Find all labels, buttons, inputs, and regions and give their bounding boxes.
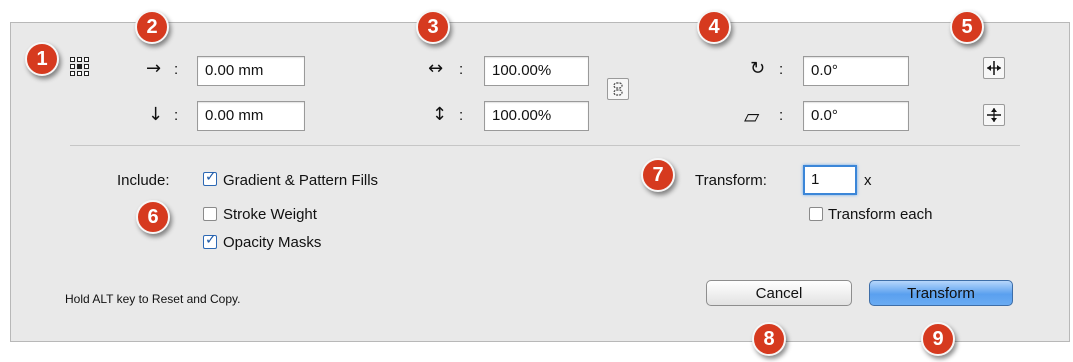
scale-vertical-icon: ↕ xyxy=(432,104,448,125)
move-vertical-input[interactable]: 0.00 mm xyxy=(197,101,305,131)
reflect-horizontal-button[interactable] xyxy=(983,57,1005,79)
opacity-masks-checkbox[interactable]: ✓ xyxy=(203,232,217,249)
gradient-pattern-fills-label[interactable]: Gradient & Pattern Fills xyxy=(223,172,378,189)
scale-horizontal-input[interactable]: 100.00% xyxy=(484,56,589,86)
callout-badge-6: 6 xyxy=(136,200,170,234)
reference-point-cell[interactable] xyxy=(70,71,75,76)
gradient-pattern-fills-checkbox[interactable]: ✓ xyxy=(203,169,217,186)
rotate-icon: ↻ xyxy=(750,58,766,79)
transform-button[interactable]: Transform xyxy=(869,280,1013,306)
reference-point-cell[interactable] xyxy=(70,64,75,69)
include-label: Include: xyxy=(117,172,170,189)
colon: : xyxy=(174,61,179,78)
divider xyxy=(70,145,1020,146)
reference-point-cell[interactable] xyxy=(84,57,89,62)
stroke-weight-checkbox[interactable] xyxy=(203,207,217,221)
colon: : xyxy=(779,61,784,78)
reflect-vertical-button[interactable] xyxy=(983,104,1005,126)
shear-icon: ▱ xyxy=(744,104,760,128)
rotate-angle-input[interactable]: 0.0° xyxy=(803,56,909,86)
callout-badge-5: 5 xyxy=(950,10,984,44)
colon: : xyxy=(779,107,784,124)
times-suffix: x xyxy=(864,172,872,189)
reflect-horizontal-icon xyxy=(987,61,1001,75)
colon: : xyxy=(459,107,464,124)
reference-point-cell[interactable] xyxy=(77,71,82,76)
reference-point-cell[interactable] xyxy=(77,57,82,62)
transform-count-input[interactable]: 1 xyxy=(803,165,857,195)
reflect-vertical-icon xyxy=(987,108,1001,122)
move-horizontal-input[interactable]: 0.00 mm xyxy=(197,56,305,86)
callout-badge-8: 8 xyxy=(752,322,786,356)
callout-badge-7: 7 xyxy=(641,158,675,192)
move-horizontal-icon: → xyxy=(146,58,162,79)
checkmark-icon: ✓ xyxy=(205,232,217,248)
transform-each-checkbox[interactable] xyxy=(809,207,823,221)
cancel-button[interactable]: Cancel xyxy=(706,280,852,306)
checkmark-icon: ✓ xyxy=(205,169,217,185)
colon: : xyxy=(459,61,464,78)
reference-point-cell[interactable] xyxy=(77,64,82,69)
callout-badge-2: 2 xyxy=(135,10,169,44)
scale-horizontal-icon: ↔ xyxy=(428,58,444,79)
constrain-proportions-link-icon[interactable] xyxy=(607,78,629,100)
link-icon xyxy=(613,82,623,96)
reference-point-cell[interactable] xyxy=(84,71,89,76)
callout-badge-3: 3 xyxy=(416,10,450,44)
reference-point-cell[interactable] xyxy=(84,64,89,69)
colon: : xyxy=(174,107,179,124)
hint-text: Hold ALT key to Reset and Copy. xyxy=(65,292,241,306)
callout-badge-1: 1 xyxy=(25,42,59,76)
stroke-weight-label[interactable]: Stroke Weight xyxy=(223,206,317,223)
callout-badge-9: 9 xyxy=(921,322,955,356)
callout-badge-4: 4 xyxy=(697,10,731,44)
transform-each-label[interactable]: Transform each xyxy=(828,206,932,223)
reference-point-cell[interactable] xyxy=(70,57,75,62)
opacity-masks-label[interactable]: Opacity Masks xyxy=(223,234,321,251)
reference-point-icon[interactable] xyxy=(70,57,89,76)
transform-count-label: Transform: xyxy=(695,172,767,189)
move-vertical-icon: ↓ xyxy=(148,104,164,125)
shear-angle-input[interactable]: 0.0° xyxy=(803,101,909,131)
scale-vertical-input[interactable]: 100.00% xyxy=(484,101,589,131)
